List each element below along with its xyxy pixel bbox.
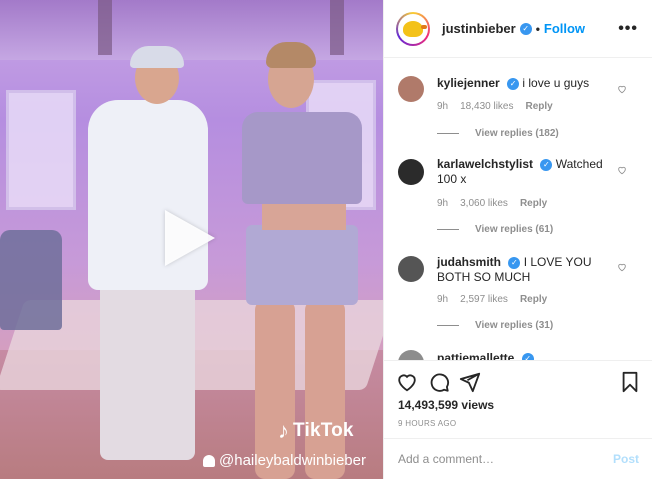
view-replies-button[interactable]: View replies (31) bbox=[437, 320, 553, 331]
post-actions: 14,493,599 views 9 HOURS AGO bbox=[384, 360, 652, 438]
scene-beam bbox=[330, 0, 344, 55]
comment-icon[interactable] bbox=[428, 371, 450, 393]
comment-text: judahsmith ✓ I LOVE YOU BOTH SO MUCH bbox=[437, 255, 611, 285]
share-icon[interactable] bbox=[459, 371, 481, 393]
commenter-avatar[interactable] bbox=[398, 256, 424, 282]
view-replies-label: View replies (61) bbox=[475, 224, 554, 235]
comment-time: 9h bbox=[437, 294, 449, 305]
person-right-torso bbox=[262, 200, 346, 230]
follow-button[interactable]: Follow bbox=[544, 21, 585, 36]
like-comment-icon[interactable] bbox=[617, 165, 627, 175]
scene-sofa bbox=[0, 230, 62, 330]
comment-text: karlawelchstylist ✓ Watched 100 x bbox=[437, 157, 611, 187]
comment-meta: 9h 3,060 likes Reply bbox=[437, 198, 547, 209]
comments-list[interactable]: kyliejenner ✓ i love u guys 9h 18,430 li… bbox=[384, 58, 652, 360]
scene-beam bbox=[98, 0, 112, 55]
post-sidebar: justinbieber ✓ • Follow ••• kyliejenner … bbox=[383, 0, 652, 479]
owner-username[interactable]: justinbieber bbox=[442, 21, 516, 36]
commenter-avatar[interactable] bbox=[398, 159, 424, 185]
comment-likes[interactable]: 3,060 likes bbox=[460, 198, 508, 209]
view-replies-button[interactable]: View replies (61) bbox=[437, 224, 553, 235]
reply-button[interactable]: Reply bbox=[520, 198, 547, 209]
add-comment-input[interactable] bbox=[398, 452, 598, 466]
action-icons bbox=[396, 371, 641, 393]
more-options-icon[interactable]: ••• bbox=[618, 20, 638, 38]
comment-time: 9h bbox=[437, 198, 449, 209]
commenter-username[interactable]: kyliejenner bbox=[437, 76, 500, 90]
comment-text: pattiemallette ✓ bbox=[437, 351, 611, 360]
heart-icon[interactable] bbox=[396, 371, 418, 393]
verified-badge-icon: ✓ bbox=[508, 256, 521, 269]
comment-time: 9h bbox=[437, 101, 449, 112]
user-icon bbox=[203, 454, 215, 467]
view-replies-label: View replies (31) bbox=[475, 320, 554, 331]
add-comment-bar: Post bbox=[384, 438, 652, 479]
comment-text: kyliejenner ✓ i love u guys bbox=[437, 76, 611, 91]
commenter-avatar[interactable] bbox=[398, 350, 424, 360]
bookmark-icon[interactable] bbox=[619, 371, 641, 393]
post-video[interactable]: ♪ TikTok @haileybaldwinbieber bbox=[0, 0, 383, 479]
separator-dot: • bbox=[535, 21, 540, 36]
commenter-username[interactable]: pattiemallette bbox=[437, 351, 514, 360]
person-left-pants bbox=[100, 280, 195, 460]
tiktok-label: TikTok bbox=[293, 420, 354, 441]
view-replies-label: View replies (182) bbox=[475, 128, 559, 139]
comment-likes[interactable]: 2,597 likes bbox=[460, 294, 508, 305]
like-comment-icon[interactable] bbox=[617, 262, 627, 272]
reply-button[interactable]: Reply bbox=[526, 101, 553, 112]
scene-window bbox=[6, 90, 76, 210]
verified-badge-icon: ✓ bbox=[519, 22, 532, 35]
comment-meta: 9h 2,597 likes Reply bbox=[437, 294, 547, 305]
scene-ceiling bbox=[0, 0, 383, 60]
duck-icon bbox=[403, 20, 427, 37]
post-comment-button[interactable]: Post bbox=[613, 452, 639, 466]
comment-message: i love u guys bbox=[522, 76, 590, 90]
commenter-username[interactable]: judahsmith bbox=[437, 255, 501, 269]
comment-likes[interactable]: 18,430 likes bbox=[460, 101, 513, 112]
comment-meta: 9h 18,430 likes Reply bbox=[437, 101, 553, 112]
play-icon[interactable] bbox=[165, 210, 215, 266]
tiktok-handle: @haileybaldwinbieber bbox=[203, 452, 366, 469]
verified-badge-icon: ✓ bbox=[540, 158, 553, 171]
post-timestamp[interactable]: 9 HOURS AGO bbox=[398, 419, 456, 428]
owner-avatar[interactable] bbox=[396, 11, 430, 46]
reply-button[interactable]: Reply bbox=[520, 294, 547, 305]
tiktok-handle-text: @haileybaldwinbieber bbox=[219, 452, 366, 469]
verified-badge-icon: ✓ bbox=[507, 77, 520, 90]
view-replies-button[interactable]: View replies (182) bbox=[437, 128, 559, 139]
commenter-username[interactable]: karlawelchstylist bbox=[437, 157, 533, 171]
view-count[interactable]: 14,493,599 views bbox=[398, 398, 494, 412]
person-left-cap bbox=[130, 46, 184, 68]
verified-badge-icon: ✓ bbox=[521, 352, 534, 360]
person-right-top bbox=[242, 112, 362, 204]
person-right-shorts bbox=[246, 225, 358, 305]
post-header: justinbieber ✓ • Follow ••• bbox=[384, 0, 652, 58]
tiktok-watermark: ♪ TikTok bbox=[278, 420, 354, 442]
person-right-hair bbox=[266, 42, 316, 68]
like-comment-icon[interactable] bbox=[617, 84, 627, 94]
tiktok-note-icon: ♪ bbox=[278, 418, 289, 443]
commenter-avatar[interactable] bbox=[398, 76, 424, 102]
